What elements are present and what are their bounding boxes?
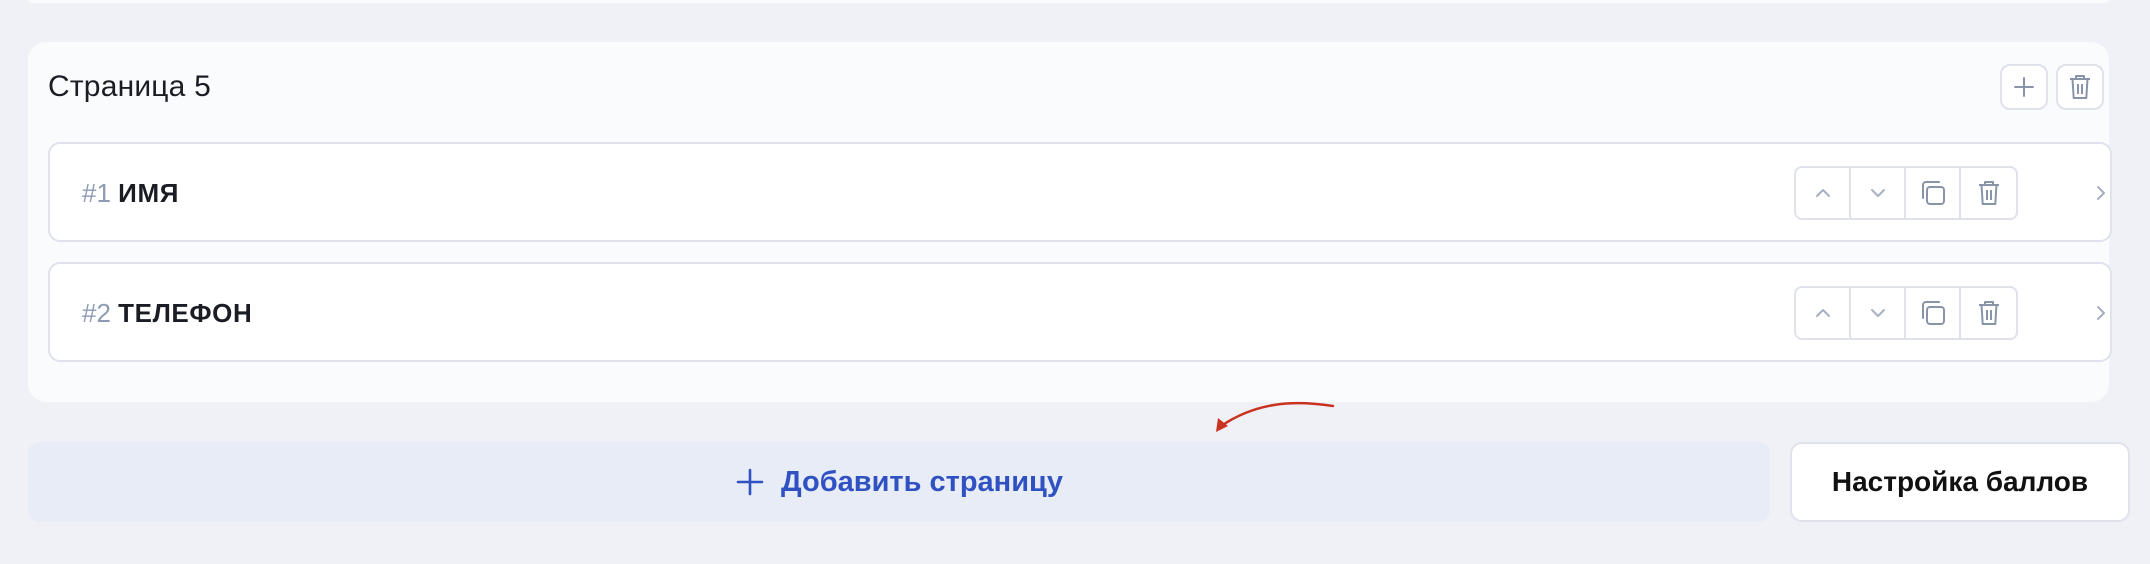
expand-field-button[interactable] xyxy=(2086,178,2116,208)
field-label: #1 ИМЯ xyxy=(82,178,179,209)
field-number: #1 xyxy=(82,178,111,208)
trash-icon xyxy=(1977,299,2001,327)
previous-card-edge xyxy=(28,0,2109,3)
chevron-up-icon xyxy=(1813,183,1833,203)
plus-icon xyxy=(2012,75,2036,99)
field-row[interactable]: #2 ТЕЛЕФОН xyxy=(48,262,2112,362)
chevron-down-icon xyxy=(1868,183,1888,203)
move-down-button[interactable] xyxy=(1851,168,1906,218)
field-number: #2 xyxy=(82,298,111,328)
delete-field-button[interactable] xyxy=(1961,288,2016,338)
chevron-down-icon xyxy=(1868,303,1888,323)
expand-field-button[interactable] xyxy=(2086,298,2116,328)
add-page-button[interactable]: Добавить страницу xyxy=(28,442,1770,522)
delete-page-button[interactable] xyxy=(2056,64,2104,110)
field-actions xyxy=(1794,286,2018,340)
add-field-button[interactable] xyxy=(2000,64,2048,110)
chevron-up-icon xyxy=(1813,303,1833,323)
chevron-right-icon xyxy=(2091,183,2111,203)
delete-field-button[interactable] xyxy=(1961,168,2016,218)
move-up-button[interactable] xyxy=(1796,168,1851,218)
score-settings-button[interactable]: Настройка баллов xyxy=(1790,442,2130,522)
duplicate-button[interactable] xyxy=(1906,288,1961,338)
copy-icon xyxy=(1918,178,1948,208)
field-label: #2 ТЕЛЕФОН xyxy=(82,298,252,329)
move-down-button[interactable] xyxy=(1851,288,1906,338)
plus-icon xyxy=(735,467,765,497)
trash-icon xyxy=(2068,73,2092,101)
trash-icon xyxy=(1977,179,2001,207)
duplicate-button[interactable] xyxy=(1906,168,1961,218)
chevron-right-icon xyxy=(2091,303,2111,323)
field-name: ИМЯ xyxy=(118,178,179,208)
add-page-label: Добавить страницу xyxy=(781,465,1063,498)
field-name: ТЕЛЕФОН xyxy=(118,298,253,328)
page-card: Страница 5 #1 ИМЯ #2 ТЕЛЕФОН xyxy=(28,42,2112,402)
page-title: Страница 5 xyxy=(48,70,211,103)
copy-icon xyxy=(1918,298,1948,328)
field-row[interactable]: #1 ИМЯ xyxy=(48,142,2112,242)
score-settings-label: Настройка баллов xyxy=(1831,466,2089,497)
move-up-button[interactable] xyxy=(1796,288,1851,338)
field-actions xyxy=(1794,166,2018,220)
